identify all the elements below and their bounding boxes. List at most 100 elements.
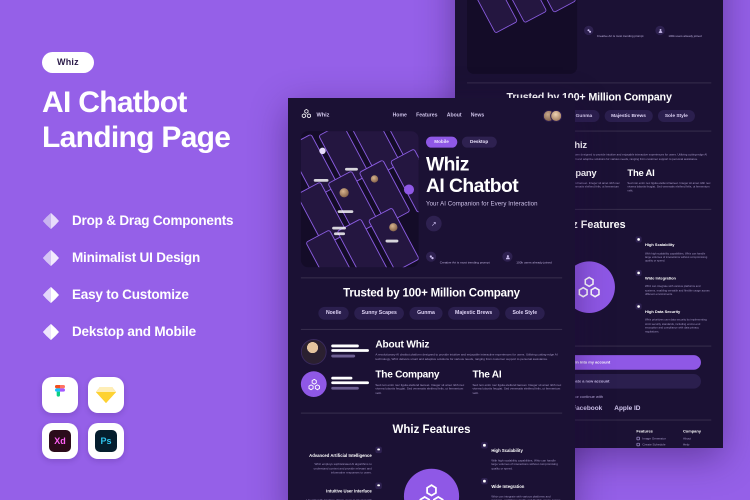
about-body: A revolutionary AI chatbot platform desi…: [375, 353, 558, 362]
sparkle-icon: [426, 251, 437, 262]
sparkle-icon: [584, 25, 594, 36]
facebook-login[interactable]: Facebook: [572, 404, 602, 412]
features-col-right: High Scalability With high scalability c…: [481, 440, 562, 500]
feature-title: Advanced Artificial Intelligence: [309, 452, 372, 458]
avatar-group[interactable]: [542, 109, 563, 122]
hero-copy-back: Creative Art is most trending prompt 100…: [584, 0, 711, 74]
brand-chip[interactable]: Majestic Brews: [604, 110, 653, 123]
divider: [300, 277, 563, 279]
promo-feature-label: Dekstop and Mobile: [72, 324, 196, 340]
about-col-ai: The AI Sed non enim nec ligula eleifend …: [627, 168, 711, 193]
footer-link[interactable]: Help: [683, 443, 701, 446]
hero-stat-text: Creative Art is most trending prompt: [596, 34, 644, 38]
hero-toggle-pills: Mobile Desktop: [426, 136, 562, 148]
bullet-icon: [375, 446, 382, 453]
features-hub: [387, 468, 475, 500]
brand-chip-gunma[interactable]: Gunma: [409, 307, 443, 320]
feature-title: Intuitive User Interface: [326, 488, 372, 494]
footer-col-features: Features Image Generator Create Schedule…: [636, 429, 666, 448]
brand-name: Whiz: [316, 112, 330, 119]
promo-feature-label: Easy to Customize: [72, 287, 189, 303]
about-col1-heading: The Company: [375, 369, 440, 381]
about-col-ai: The AI Sed non enim nec ligula eleifend …: [472, 369, 562, 396]
hero-subtitle: Your AI Companion for Every Interaction: [426, 201, 538, 208]
promo-feature-label: Drop & Drag Components: [72, 213, 234, 229]
diamond-icon: [42, 323, 60, 341]
bullet-icon: [635, 236, 642, 243]
feature-item: Wide Integration Whiz can integrate with…: [635, 268, 712, 297]
footer-link[interactable]: Image Generator: [636, 437, 666, 441]
features-col-left: Advanced Artificial Intelligence Whiz em…: [301, 445, 382, 500]
diamond-icon: [42, 212, 60, 230]
diamond-icon: [42, 286, 60, 304]
apple-login[interactable]: Apple ID: [614, 404, 640, 412]
brand-chip-majestic-brews[interactable]: Majestic Brews: [447, 307, 500, 320]
feature-item: High Scalability With high scalability c…: [635, 235, 712, 263]
about-section: About Whiz A revolutionary AI chatbot pl…: [288, 339, 575, 403]
figma-icon: [42, 376, 78, 413]
feature-title: High Scalability: [645, 242, 675, 247]
nav-item-home[interactable]: Home: [393, 113, 407, 119]
nav-item-features[interactable]: Features: [416, 113, 437, 119]
mockup-navbar: Whiz Home Features About News: [288, 98, 575, 129]
about-col2-body: Sed non enim nec ligula eleifend laoreet…: [627, 180, 711, 193]
hero-stat-text: 100k users already joined: [516, 261, 552, 265]
feature-title: Wide Integration: [645, 275, 676, 281]
footer-link[interactable]: Create Schedule: [636, 443, 665, 447]
hero-stat-text: 100k users already joined: [668, 34, 702, 38]
bullet-icon: [375, 482, 382, 489]
pill-mobile[interactable]: Mobile: [426, 136, 458, 148]
footer-col1-heading: Features: [636, 429, 653, 434]
brand-chip-sunny-scapes[interactable]: Sunny Scapes: [354, 307, 405, 320]
cubes-icon: [403, 468, 460, 500]
nav-item-about[interactable]: About: [447, 113, 462, 119]
brand-chip-sole-style[interactable]: Sole Style: [505, 307, 545, 320]
features-grid: Advanced Artificial Intelligence Whiz em…: [288, 440, 575, 500]
trusted-chip-list: Noelle Sunny Scapes Gunma Majestic Brews…: [288, 307, 575, 320]
arrow-up-right-icon[interactable]: ↗: [426, 215, 442, 232]
promo-feature-item: Drop & Drag Components: [42, 212, 290, 230]
hero-title: Whiz AI Chatbot: [426, 154, 562, 196]
feature-desc: Whiz can integrate with various platform…: [645, 284, 710, 297]
feature-item-advanced-ai: Advanced Artificial Intelligence Whiz em…: [301, 445, 382, 475]
nav-item-news[interactable]: News: [471, 113, 484, 119]
hero-stat: 100k users already joined: [655, 25, 702, 41]
brand-chip[interactable]: Sole Style: [657, 110, 695, 123]
footer-link[interactable]: About: [683, 437, 701, 440]
image-icon: [636, 437, 640, 441]
promo-feature-label: Minimalist UI Design: [72, 250, 201, 266]
about-heading: About Whiz: [375, 339, 430, 351]
feature-desc: With high scalability capabilities, Whiz…: [491, 458, 558, 471]
features-heading: Whiz Features: [392, 422, 471, 436]
feature-desc: Whiz can integrate with various platform…: [491, 494, 560, 500]
feature-desc: Whiz prioritizes user data security by i…: [645, 318, 707, 334]
pill-desktop[interactable]: Desktop: [461, 136, 497, 148]
footer-col-company: Company About Help Contact Us: [683, 429, 701, 448]
brand-chip-noelle[interactable]: Noelle: [318, 307, 349, 320]
phone-collage-back: [467, 0, 578, 74]
photoshop-icon: Ps: [88, 422, 124, 459]
about-col-company: The Company Sed non enim nec ligula elei…: [375, 369, 465, 396]
divider: [467, 82, 712, 84]
divider: [300, 412, 563, 414]
promo-feature-item: Minimalist UI Design: [42, 249, 290, 267]
hero-title-line1: Whiz: [426, 154, 469, 176]
promo-feature-list: Drop & Drag Components Minimalist UI Des…: [42, 212, 290, 341]
feature-title: High Scalability: [491, 448, 523, 454]
landing-page-mockup-front[interactable]: Whiz Home Features About News Mobile Des…: [288, 98, 575, 500]
hero-stats: Creative Art is most trending prompt 100…: [426, 251, 562, 269]
app-icon-grid: Xd Ps: [42, 376, 290, 459]
promo-panel: Whiz AI Chatbot Landing Page Drop & Drag…: [0, 0, 290, 500]
sketch-icon: [88, 376, 124, 413]
promo-title: AI Chatbot Landing Page: [42, 85, 290, 156]
about-copy: About Whiz A revolutionary AI chatbot pl…: [375, 339, 562, 403]
brand[interactable]: Whiz: [301, 107, 330, 124]
diamond-icon: [42, 249, 60, 267]
photoshop-label: Ps: [95, 429, 117, 452]
feature-desc: Whiz employs sophisticated AI algorithms…: [313, 462, 372, 475]
hero-stats-back: Creative Art is most trending prompt 100…: [584, 25, 711, 41]
feature-item-integration: Wide Integration Whiz can integrate with…: [481, 476, 562, 500]
hero-stat: 100k users already joined: [502, 251, 552, 269]
promo-feature-item: Dekstop and Mobile: [42, 323, 290, 341]
trusted-heading: Trusted by 100+ Million Company: [343, 286, 520, 300]
